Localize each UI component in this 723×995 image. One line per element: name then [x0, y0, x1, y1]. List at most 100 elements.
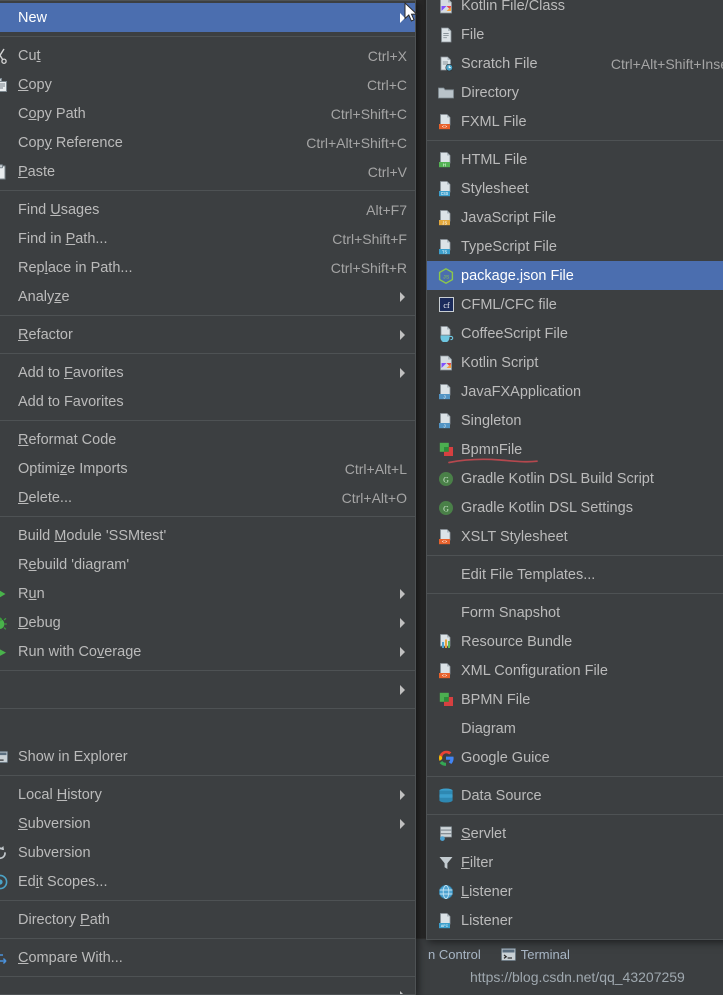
- menu-item-new[interactable]: New: [0, 3, 415, 32]
- project-context-menu[interactable]: New Cut Ctrl+X: [0, 0, 416, 995]
- svg-text:J: J: [443, 423, 446, 429]
- menu-item-find-usages[interactable]: Find Usages Alt+F7: [0, 195, 415, 224]
- svg-text:G: G: [443, 475, 449, 484]
- submenu-item-stylesheet[interactable]: CSS Stylesheet: [427, 174, 723, 203]
- submenu-item-edit-file-templates[interactable]: Edit File Templates...: [427, 560, 723, 589]
- menu-item-analyze[interactable]: Analyze: [0, 282, 415, 311]
- submenu-item-form-snapshot[interactable]: Form Snapshot: [427, 598, 723, 627]
- submenu-item-cfml-cfc-file[interactable]: cf CFML/CFC file: [427, 290, 723, 319]
- blank-icon: [431, 560, 461, 589]
- submenu-item-bpmnfile[interactable]: BpmnFile: [427, 435, 723, 464]
- svg-text:JS: JS: [442, 221, 448, 226]
- menu-item-open-in-terminal[interactable]: Show in Explorer: [0, 742, 415, 771]
- menu-item-edit-scopes[interactable]: Edit Scopes...: [0, 867, 415, 896]
- submenu-item-label: Scratch File: [461, 56, 587, 72]
- submenu-item-diagram[interactable]: Diagram: [427, 714, 723, 743]
- submenu-item-fxml-file[interactable]: <> FXML File: [427, 107, 723, 136]
- compare-icon: [0, 943, 18, 972]
- filter-icon: [431, 848, 461, 877]
- menu-item-run-with-coverage[interactable]: Run with Coverage: [0, 637, 415, 666]
- submenu-item-label: BpmnFile: [461, 442, 723, 458]
- menu-item-rebuild-diagram[interactable]: Rebuild 'diagram': [0, 550, 415, 579]
- menu-item-mark-directory-as[interactable]: [0, 981, 415, 995]
- submenu-item-xml-configuration-file[interactable]: <> XML Configuration File: [427, 656, 723, 685]
- submenu-item-label: Diagram: [461, 721, 723, 737]
- svg-text:cf: cf: [443, 301, 450, 310]
- submenu-item-xslt-stylesheet[interactable]: <> XSLT Stylesheet: [427, 522, 723, 551]
- blank-icon: [0, 99, 18, 128]
- menu-item-copy-path[interactable]: Copy Path Ctrl+Shift+C: [0, 99, 415, 128]
- menu-item-delete[interactable]: Delete... Ctrl+Alt+O: [0, 483, 415, 512]
- menu-item-add-to-favorites[interactable]: Add to Favorites: [0, 358, 415, 387]
- menu-item-compare-with[interactable]: Compare With...: [0, 943, 415, 972]
- submenu-item-gradle-kotlin-dsl-settings[interactable]: G Gradle Kotlin DSL Settings: [427, 493, 723, 522]
- menu-item-subversion[interactable]: Subversion: [0, 809, 415, 838]
- status-terminal[interactable]: Terminal: [501, 947, 570, 962]
- submenu-item-resource-bundle[interactable]: Resource Bundle: [427, 627, 723, 656]
- submenu-item-plugin-devkit[interactable]: HTTP Request: [427, 935, 723, 940]
- submenu-item-directory[interactable]: Directory: [427, 78, 723, 107]
- new-file-submenu[interactable]: Kotlin File/Class File: [426, 0, 723, 940]
- blank-icon: [0, 809, 18, 838]
- datasource-icon: [431, 781, 461, 810]
- menu-item-copy-reference[interactable]: Copy Reference Ctrl+Alt+Shift+C: [0, 128, 415, 157]
- submenu-item-file[interactable]: File: [427, 20, 723, 49]
- blank-icon: [0, 128, 18, 157]
- submenu-item-html-file[interactable]: H HTML File: [427, 145, 723, 174]
- svg-text:<>: <>: [442, 539, 448, 545]
- menu-item-show-in-explorer[interactable]: [0, 713, 415, 742]
- menu-item-paste[interactable]: Paste Ctrl+V: [0, 157, 415, 186]
- submenu-item-accel: Ctrl+Alt+Shift+Inse: [611, 56, 723, 72]
- menu-item-find-in-path[interactable]: Find in Path... Ctrl+Shift+F: [0, 224, 415, 253]
- menu-item-cut[interactable]: Cut Ctrl+X: [0, 41, 415, 70]
- bpmn-icon: [431, 685, 461, 714]
- submenu-separator: [427, 776, 723, 777]
- submenu-item-data-source[interactable]: Data Source: [427, 781, 723, 810]
- menu-item-accel: Ctrl+C: [367, 77, 407, 93]
- menu-item-accel: Ctrl+Shift+R: [331, 260, 407, 276]
- gradle-icon: G: [431, 493, 461, 522]
- submenu-item-scratch-file[interactable]: Scratch File Ctrl+Alt+Shift+Inse: [427, 49, 723, 78]
- menu-item-reformat-code[interactable]: Reformat Code: [0, 425, 415, 454]
- submenu-item-package-json-file[interactable]: JS package.json File: [427, 261, 723, 290]
- submenu-item-kotlin-file-class[interactable]: Kotlin File/Class: [427, 0, 723, 20]
- menu-item-replace-in-path[interactable]: Replace in Path... Ctrl+Shift+R: [0, 253, 415, 282]
- menu-item-refactor[interactable]: Refactor: [0, 320, 415, 349]
- menu-item-accel: Alt+F7: [366, 202, 407, 218]
- menu-item-show-image-thumbnails[interactable]: Add to Favorites: [0, 387, 415, 416]
- menu-item-debug[interactable]: Debug: [0, 608, 415, 637]
- scratch-file-icon: [431, 49, 461, 78]
- submenu-item-javascript-file[interactable]: JS JavaScript File: [427, 203, 723, 232]
- menu-item-accel: Ctrl+V: [368, 164, 407, 180]
- menu-item-build-module[interactable]: Build Module 'SSMtest': [0, 521, 415, 550]
- submenu-item-google-guice[interactable]: Google Guice: [427, 743, 723, 772]
- menu-item-local-history[interactable]: Local History: [0, 780, 415, 809]
- submenu-item-coffeescript-file[interactable]: CoffeeScript File: [427, 319, 723, 348]
- submenu-item-javafxapplication[interactable]: J JavaFXApplication: [427, 377, 723, 406]
- menu-item-label: Subversion: [18, 845, 407, 861]
- blank-icon: [0, 675, 18, 704]
- menu-item-run[interactable]: Run: [0, 579, 415, 608]
- status-bar-items: n Control Terminal: [428, 947, 570, 962]
- svg-text:J: J: [443, 394, 446, 400]
- menu-item-label: Add to Favorites: [18, 394, 383, 410]
- menu-item-synchronize-diagram[interactable]: Subversion: [0, 838, 415, 867]
- submenu-item-gradle-kotlin-dsl-build-script[interactable]: G Gradle Kotlin DSL Build Script: [427, 464, 723, 493]
- submenu-item-bpmn-file[interactable]: BPMN File: [427, 685, 723, 714]
- submenu-item-http-request[interactable]: API Listener: [427, 906, 723, 935]
- menu-item-directory-path[interactable]: Directory Path: [0, 905, 415, 934]
- menu-item-create-run-configuration[interactable]: [0, 675, 415, 704]
- menu-item-optimize-imports[interactable]: Optimize Imports Ctrl+Alt+L: [0, 454, 415, 483]
- submenu-item-servlet[interactable]: Servlet: [427, 819, 723, 848]
- submenu-item-listener[interactable]: Listener: [427, 877, 723, 906]
- submenu-item-label: package.json File: [461, 268, 723, 284]
- submenu-item-kotlin-script[interactable]: Kotlin Script: [427, 348, 723, 377]
- menu-item-copy[interactable]: Copy Ctrl+C: [0, 70, 415, 99]
- submenu-item-filter[interactable]: Filter: [427, 848, 723, 877]
- scopes-icon: [0, 867, 18, 896]
- status-version-control[interactable]: n Control: [428, 947, 481, 962]
- blank-icon: [0, 981, 18, 995]
- submenu-item-singleton[interactable]: J Singleton: [427, 406, 723, 435]
- new-icon: [0, 3, 18, 32]
- submenu-item-typescript-file[interactable]: TS TypeScript File: [427, 232, 723, 261]
